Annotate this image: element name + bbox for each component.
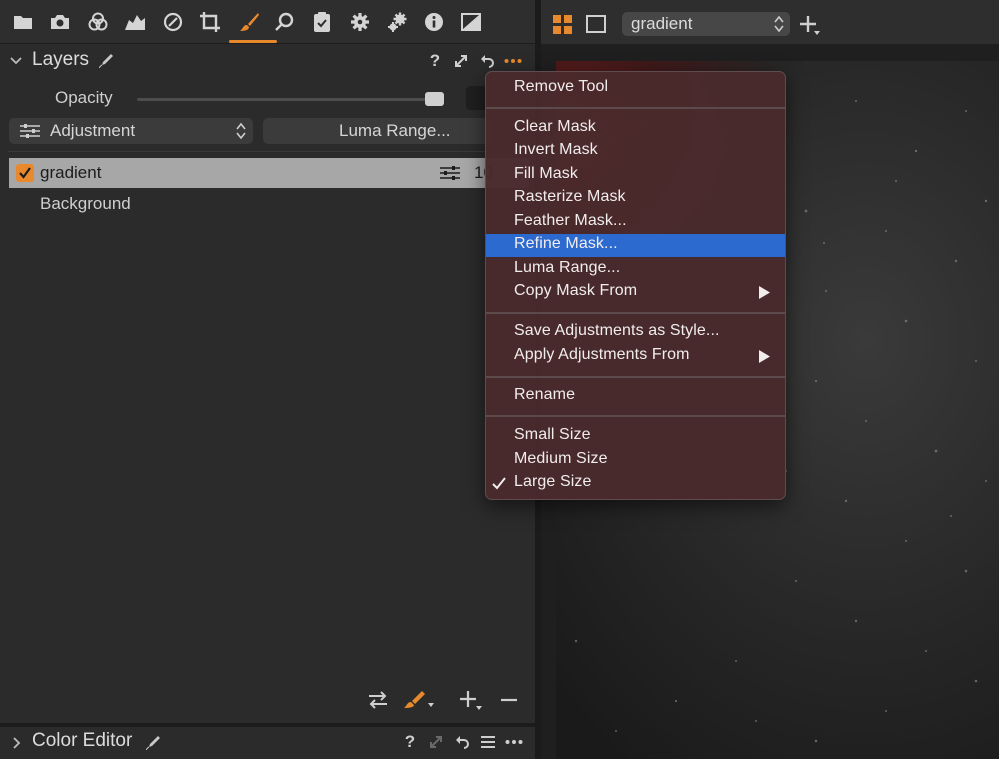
updown-arrows-icon <box>774 15 784 33</box>
opacity-slider-track[interactable] <box>137 98 437 101</box>
menu-separator <box>486 312 785 314</box>
gear-icon[interactable] <box>347 9 373 35</box>
help-icon[interactable]: ? <box>399 731 421 753</box>
list-icon[interactable] <box>477 731 499 753</box>
layer-row-gradient[interactable]: gradient 10 <box>9 158 529 188</box>
layer-row-background[interactable]: Background <box>40 194 131 214</box>
color-editor-header-actions: ? <box>399 731 525 753</box>
menu-item-label: Rename <box>514 386 576 403</box>
add-layer-icon[interactable] <box>458 688 484 712</box>
expand-icon[interactable] <box>425 731 447 753</box>
add-variant-icon[interactable] <box>798 14 822 36</box>
menu-item-label: Fill Mask <box>514 165 579 182</box>
checkmark-icon <box>19 167 31 179</box>
menu-item-label: Rasterize Mask <box>514 188 626 205</box>
submenu-arrow-icon <box>759 350 770 363</box>
clipboard-icon[interactable] <box>309 9 335 35</box>
adjustment-square-icon[interactable] <box>458 9 484 35</box>
menu-item-label: Feather Mask... <box>514 212 627 229</box>
menu-item-feather-mask[interactable]: Feather Mask... <box>486 211 785 234</box>
single-view-icon[interactable] <box>585 14 607 35</box>
menu-item-label: Medium Size <box>514 450 608 467</box>
menu-item-label: Clear Mask <box>514 118 596 135</box>
sliders-icon <box>440 166 460 180</box>
active-tab-indicator <box>229 40 277 43</box>
menu-item-label: Remove Tool <box>514 78 609 95</box>
brush-menu-icon[interactable] <box>403 688 437 712</box>
search-icon[interactable] <box>272 9 298 35</box>
opacity-label: Opacity <box>55 88 113 107</box>
menu-item-label: Large Size <box>514 473 592 490</box>
folder-icon[interactable] <box>10 9 36 35</box>
menu-item-remove-tool[interactable]: Remove Tool <box>486 77 785 100</box>
lens-icon[interactable] <box>160 9 186 35</box>
menu-item-label: Refine Mask... <box>514 235 618 252</box>
color-editor-title: Color Editor <box>32 730 133 751</box>
chevron-down-icon[interactable] <box>8 52 24 68</box>
menu-item-copy-mask-from[interactable]: Copy Mask From <box>486 281 785 304</box>
layers-header-actions: ? <box>424 50 524 72</box>
menu-item-large-size[interactable]: Large Size <box>486 472 785 495</box>
menu-item-fill-mask[interactable]: Fill Mask <box>486 164 785 187</box>
divider <box>8 151 528 152</box>
luma-range-button[interactable]: Luma Range... <box>263 118 493 144</box>
menu-item-apply-adjustments-from[interactable]: Apply Adjustments From <box>486 345 785 368</box>
checkmark-icon <box>492 477 506 490</box>
pen-icon <box>146 736 160 750</box>
menu-item-small-size[interactable]: Small Size <box>486 425 785 448</box>
color-circles-icon[interactable] <box>85 9 111 35</box>
gears-icon[interactable] <box>384 9 410 35</box>
left-tool-panel: Layers ? Opacity Adjustment Luma Range..… <box>0 0 535 759</box>
layers-panel-header[interactable]: Layers ? <box>0 44 535 78</box>
menu-item-luma-range[interactable]: Luma Range... <box>486 258 785 281</box>
remove-layer-icon[interactable] <box>499 688 519 712</box>
menu-item-refine-mask[interactable]: Refine Mask... <box>486 234 785 257</box>
submenu-arrow-icon <box>759 286 770 299</box>
menu-item-label: Save Adjustments as Style... <box>514 322 720 339</box>
menu-item-clear-mask[interactable]: Clear Mask <box>486 117 785 140</box>
layer-context-menu: Remove Tool Clear Mask Invert Mask Fill … <box>485 71 786 500</box>
variant-select[interactable]: gradient <box>622 12 790 36</box>
variant-name: gradient <box>631 14 693 33</box>
histogram-icon[interactable] <box>122 9 148 35</box>
expand-icon[interactable] <box>450 50 472 72</box>
menu-item-label: Invert Mask <box>514 141 598 158</box>
info-icon[interactable] <box>421 9 447 35</box>
opacity-slider-thumb[interactable] <box>425 92 444 106</box>
updown-arrows-icon <box>236 122 246 140</box>
menu-item-save-adjustments-style[interactable]: Save Adjustments as Style... <box>486 321 785 344</box>
color-editor-panel-header[interactable]: Color Editor ? <box>0 727 535 759</box>
sliders-icon <box>20 124 40 138</box>
luma-range-label: Luma Range... <box>339 121 451 140</box>
grid-view-icon[interactable] <box>552 14 573 35</box>
menu-item-label: Apply Adjustments From <box>514 346 690 363</box>
layer-name: gradient <box>40 163 102 182</box>
menu-item-rasterize-mask[interactable]: Rasterize Mask <box>486 187 785 210</box>
menu-separator <box>486 415 785 417</box>
crop-icon[interactable] <box>197 9 223 35</box>
more-options-icon[interactable] <box>502 50 524 72</box>
tool-tabs-toolbar <box>0 0 535 44</box>
menu-item-label: Luma Range... <box>514 259 621 276</box>
swap-layers-icon[interactable] <box>367 688 389 712</box>
pen-icon <box>99 54 113 68</box>
layer-type-select[interactable]: Adjustment <box>9 118 253 144</box>
menu-item-medium-size[interactable]: Medium Size <box>486 449 785 472</box>
menu-item-label: Copy Mask From <box>514 282 638 299</box>
menu-item-rename[interactable]: Rename <box>486 385 785 408</box>
layer-visibility-checkbox[interactable] <box>16 164 34 182</box>
reset-icon[interactable] <box>476 50 498 72</box>
chevron-right-icon[interactable] <box>8 735 24 751</box>
layer-type-value: Adjustment <box>50 121 136 140</box>
menu-item-invert-mask[interactable]: Invert Mask <box>486 140 785 163</box>
help-icon[interactable]: ? <box>424 50 446 72</box>
reset-icon[interactable] <box>451 731 473 753</box>
brush-icon[interactable] <box>236 9 262 35</box>
camera-icon[interactable] <box>47 9 73 35</box>
more-options-icon[interactable] <box>503 731 525 753</box>
menu-separator <box>486 376 785 378</box>
menu-separator <box>486 107 785 109</box>
layers-panel-title: Layers <box>32 49 90 70</box>
menu-item-label: Small Size <box>514 426 591 443</box>
